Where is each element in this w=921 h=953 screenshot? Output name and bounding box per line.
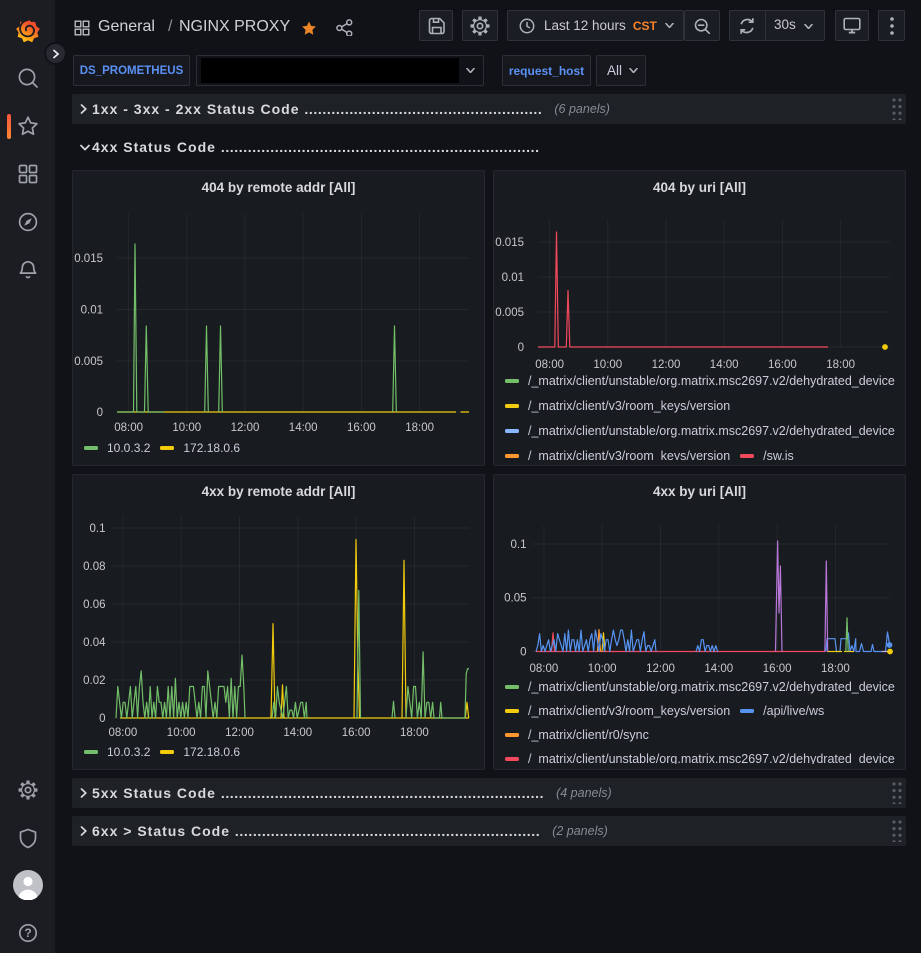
svg-text:0.015: 0.015 [74, 253, 103, 265]
svg-text:?: ? [24, 926, 31, 940]
svg-text:0.005: 0.005 [74, 356, 103, 368]
svg-text:12:00: 12:00 [225, 727, 254, 739]
svg-text:14:00: 14:00 [283, 727, 312, 739]
svg-text:08:00: 08:00 [109, 727, 138, 739]
svg-text:18:00: 18:00 [405, 422, 434, 434]
svg-text:0: 0 [99, 713, 105, 725]
svg-text:0.06: 0.06 [83, 599, 105, 611]
svg-text:08:00: 08:00 [114, 422, 143, 434]
svg-text:12:00: 12:00 [231, 422, 260, 434]
svg-text:14:00: 14:00 [289, 422, 318, 434]
svg-text:0: 0 [97, 407, 103, 419]
svg-text:16:00: 16:00 [347, 422, 376, 434]
svg-text:10:00: 10:00 [172, 422, 201, 434]
svg-text:10:00: 10:00 [167, 727, 196, 739]
svg-text:0.01: 0.01 [81, 305, 103, 317]
svg-text:0.08: 0.08 [83, 561, 105, 573]
svg-text:16:00: 16:00 [342, 727, 371, 739]
svg-text:0.1: 0.1 [90, 523, 106, 535]
svg-text:18:00: 18:00 [400, 727, 429, 739]
svg-text:0.04: 0.04 [83, 637, 106, 649]
svg-text:0.02: 0.02 [83, 675, 105, 687]
